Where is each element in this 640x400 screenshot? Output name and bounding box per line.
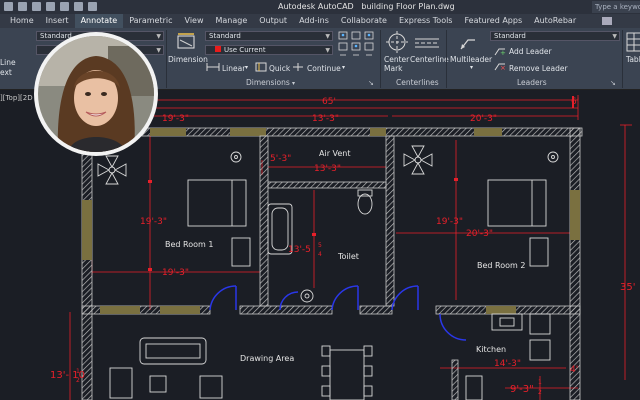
quick-button[interactable]: Quick bbox=[269, 64, 290, 73]
tab-output[interactable]: Output bbox=[253, 14, 293, 28]
text-ext-label: ext bbox=[0, 68, 12, 77]
tab-express-tools[interactable]: Express Tools bbox=[393, 14, 459, 28]
dimension-icon[interactable] bbox=[176, 32, 196, 52]
dim-text: 19'-3" bbox=[140, 217, 167, 227]
tab-featured-apps[interactable]: Featured Apps bbox=[458, 14, 528, 28]
ribbon-tab-bar: Home Insert Annotate Parametric View Man… bbox=[0, 14, 640, 28]
dimensions-settings-arrow[interactable]: ↘ bbox=[368, 79, 374, 87]
tab-autorebar[interactable]: AutoRebar bbox=[528, 14, 582, 28]
dim-fraction: 2 bbox=[538, 389, 542, 396]
dim-fraction: 4 bbox=[318, 251, 322, 258]
person-photo bbox=[38, 36, 154, 152]
dimensions-panel-arrow[interactable]: ▾ bbox=[292, 80, 295, 87]
dim-fraction: 1 bbox=[538, 379, 542, 386]
viewport-controls[interactable]: ][Top][2D bbox=[0, 94, 33, 102]
tab-annotate[interactable]: Annotate bbox=[74, 14, 124, 28]
dim-tools-icons[interactable] bbox=[338, 31, 378, 61]
dim-text: 6' bbox=[571, 97, 579, 107]
centerline-button[interactable]: Centerline bbox=[410, 55, 449, 64]
dim-text: 9'-3" bbox=[510, 384, 534, 395]
dim-fraction: 2 bbox=[76, 377, 80, 384]
center-mark-button[interactable]: Center Mark bbox=[384, 55, 409, 73]
multiline-text-label[interactable]: Line bbox=[0, 58, 16, 67]
room-label-air-vent: Air Vent bbox=[319, 149, 351, 158]
tab-add-ins[interactable]: Add-ins bbox=[293, 14, 335, 28]
dim-fraction: 1 bbox=[76, 368, 80, 375]
dim-text: 65' bbox=[322, 97, 336, 107]
mleader-style-dropdown[interactable]: Standard ▼ bbox=[490, 31, 620, 41]
dimensions-panel-label[interactable]: Dimensions bbox=[246, 78, 290, 87]
window-title: Autodesk AutoCAD building Floor Plan.dwg bbox=[278, 2, 455, 11]
save-icon[interactable] bbox=[32, 2, 41, 11]
leaders-panel-label: Leaders bbox=[517, 78, 547, 87]
dim-style-dropdown[interactable]: Standard ▼ bbox=[205, 31, 333, 41]
tab-manage[interactable]: Manage bbox=[210, 14, 254, 28]
svg-text:+: + bbox=[500, 49, 506, 56]
save-as-icon[interactable] bbox=[46, 2, 55, 11]
centerline-icon[interactable] bbox=[414, 36, 440, 50]
continue-dim-icon[interactable] bbox=[292, 62, 304, 72]
dim-text: 19'-3" bbox=[162, 114, 189, 124]
dim-text: 19'-3" bbox=[436, 217, 463, 227]
linear-button[interactable]: Linear bbox=[222, 64, 245, 73]
add-leader-button[interactable]: Add Leader bbox=[509, 47, 552, 56]
add-leader-icon[interactable]: + bbox=[494, 46, 506, 56]
quick-access-toolbar bbox=[4, 2, 97, 11]
continue-dropdown-arrow[interactable]: ▾ bbox=[342, 64, 345, 71]
room-label-kitchen: Kitchen bbox=[476, 345, 506, 354]
room-label-bed-room-1: Bed Room 1 bbox=[165, 240, 213, 249]
dim-layer-dropdown[interactable]: Use Current ▼ bbox=[205, 45, 333, 55]
dim-text: 4' bbox=[570, 365, 578, 375]
dim-text: 5'-3" bbox=[270, 154, 291, 164]
title-bar: Autodesk AutoCAD building Floor Plan.dwg… bbox=[0, 0, 640, 14]
new-file-icon[interactable] bbox=[4, 2, 13, 11]
presenter-avatar bbox=[34, 32, 158, 156]
dim-text: 20'-3" bbox=[466, 229, 493, 239]
multileader-icon[interactable] bbox=[458, 32, 478, 52]
dim-text: 13'-5 bbox=[288, 245, 311, 255]
multileader-button[interactable]: Multileader bbox=[450, 55, 492, 64]
redo-icon[interactable] bbox=[88, 2, 97, 11]
room-label-drawing-area: Drawing Area bbox=[240, 354, 294, 363]
search-input[interactable]: Type a keyword or phrase bbox=[592, 1, 640, 13]
center-mark-icon[interactable] bbox=[386, 31, 408, 53]
dim-text: 13'-3" bbox=[312, 114, 339, 124]
tab-view[interactable]: View bbox=[179, 14, 210, 28]
leaders-settings-arrow[interactable]: ↘ bbox=[610, 79, 616, 87]
linear-dim-icon[interactable] bbox=[206, 62, 220, 72]
dimension-button[interactable]: Dimension bbox=[168, 55, 208, 64]
quick-dim-icon[interactable] bbox=[255, 62, 267, 72]
remove-leader-icon[interactable]: × bbox=[494, 61, 506, 71]
dim-fraction: 5 bbox=[318, 242, 322, 249]
tab-collaborate[interactable]: Collaborate bbox=[335, 14, 393, 28]
dim-text: 20'-3" bbox=[470, 114, 497, 124]
dim-text: 13'-3" bbox=[314, 164, 341, 174]
room-label-toilet: Toilet bbox=[337, 252, 359, 261]
centerlines-panel-label: Centerlines bbox=[396, 78, 439, 87]
continue-button[interactable]: Continue bbox=[307, 64, 341, 73]
tab-parametric[interactable]: Parametric bbox=[123, 14, 178, 28]
tab-home[interactable]: Home bbox=[4, 14, 40, 28]
plot-icon[interactable] bbox=[60, 2, 69, 11]
svg-text:×: × bbox=[500, 64, 506, 71]
open-file-icon[interactable] bbox=[18, 2, 27, 11]
panel-toggle-icon[interactable] bbox=[602, 17, 612, 25]
linear-dropdown-arrow[interactable]: ▾ bbox=[245, 64, 248, 71]
file-name: building Floor Plan.dwg bbox=[361, 2, 455, 11]
remove-leader-button[interactable]: Remove Leader bbox=[509, 64, 568, 73]
dim-text: 19'-3" bbox=[162, 268, 189, 278]
table-icon[interactable] bbox=[626, 32, 640, 52]
dim-text: 35' bbox=[620, 282, 635, 293]
undo-icon[interactable] bbox=[74, 2, 83, 11]
room-label-bed-room-2: Bed Room 2 bbox=[477, 261, 525, 270]
app-name: Autodesk AutoCAD bbox=[278, 2, 354, 11]
layer-color-swatch bbox=[215, 46, 221, 52]
dim-text: 14'-3" bbox=[494, 359, 521, 369]
tab-insert[interactable]: Insert bbox=[40, 14, 75, 28]
table-button[interactable]: Table bbox=[626, 55, 640, 64]
multileader-dropdown-arrow[interactable]: ▾ bbox=[470, 64, 473, 71]
